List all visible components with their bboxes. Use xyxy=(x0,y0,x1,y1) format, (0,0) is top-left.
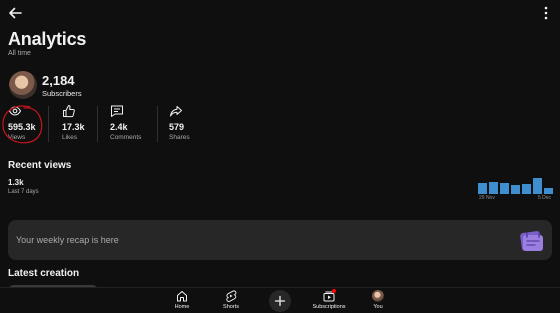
nav-shorts[interactable]: Shorts xyxy=(217,290,245,312)
more-vertical-icon xyxy=(544,6,548,20)
more-options-button[interactable] xyxy=(540,5,552,21)
stat-value: 17.3k xyxy=(62,122,85,132)
subscriber-label: Subscribers xyxy=(42,89,82,98)
thumb-up-icon xyxy=(63,105,75,118)
stat-value: 579 xyxy=(169,122,185,132)
chart-end-date: 5 Dec xyxy=(538,195,552,201)
stat-value: 2.4k xyxy=(110,122,128,132)
views-bar xyxy=(544,188,553,194)
subscriber-count: 2,184 xyxy=(42,73,75,88)
channel-avatar[interactable] xyxy=(9,71,37,99)
create-button[interactable] xyxy=(269,290,291,312)
views-bar xyxy=(511,185,520,194)
nav-you[interactable]: You xyxy=(366,290,390,312)
stat-comments[interactable]: 2.4k Comments xyxy=(110,104,156,144)
views-bar xyxy=(478,183,487,194)
you-avatar-icon xyxy=(372,290,384,302)
weekly-recap-text: Your weekly recap is here xyxy=(16,235,119,245)
stat-label: Shares xyxy=(169,134,190,141)
nav-home[interactable]: Home xyxy=(168,290,196,312)
divider xyxy=(157,106,158,142)
back-button[interactable] xyxy=(6,4,24,22)
latest-creation-heading: Latest creation xyxy=(8,268,80,279)
calendar-recap-icon xyxy=(520,231,543,251)
nav-shorts-label: Shorts xyxy=(223,304,239,310)
divider xyxy=(48,106,49,142)
hand-drawn-circle-annotation xyxy=(2,105,43,144)
stat-shares[interactable]: 579 Shares xyxy=(169,104,203,144)
arrow-left-icon xyxy=(9,7,22,19)
views-bar xyxy=(533,178,542,194)
recent-views-heading: Recent views xyxy=(8,160,72,171)
period-label: All time xyxy=(8,50,31,57)
divider xyxy=(97,106,98,142)
stat-label: Comments xyxy=(110,134,142,141)
nav-subscriptions-label: Subscriptions xyxy=(312,304,346,310)
nav-you-label: You xyxy=(373,304,383,310)
views-bar xyxy=(489,182,498,194)
views-bar xyxy=(500,183,509,194)
home-icon xyxy=(177,291,187,302)
recent-views-period: Last 7 days xyxy=(8,189,39,195)
page-title: Analytics xyxy=(8,29,87,49)
nav-subscriptions[interactable]: Subscriptions xyxy=(308,289,350,312)
share-icon xyxy=(170,106,182,117)
recent-views-mini-chart[interactable] xyxy=(478,174,554,194)
stat-likes[interactable]: 17.3k Likes xyxy=(62,104,96,144)
new-content-dot xyxy=(332,289,336,293)
views-bar xyxy=(522,184,531,194)
shorts-icon xyxy=(226,290,237,302)
comment-icon xyxy=(111,105,123,117)
stat-label: Likes xyxy=(62,134,78,141)
plus-icon xyxy=(274,295,286,307)
recent-views-count: 1.3k xyxy=(8,178,24,187)
chart-start-date: 29 Nov xyxy=(479,195,495,201)
nav-home-label: Home xyxy=(174,304,190,310)
